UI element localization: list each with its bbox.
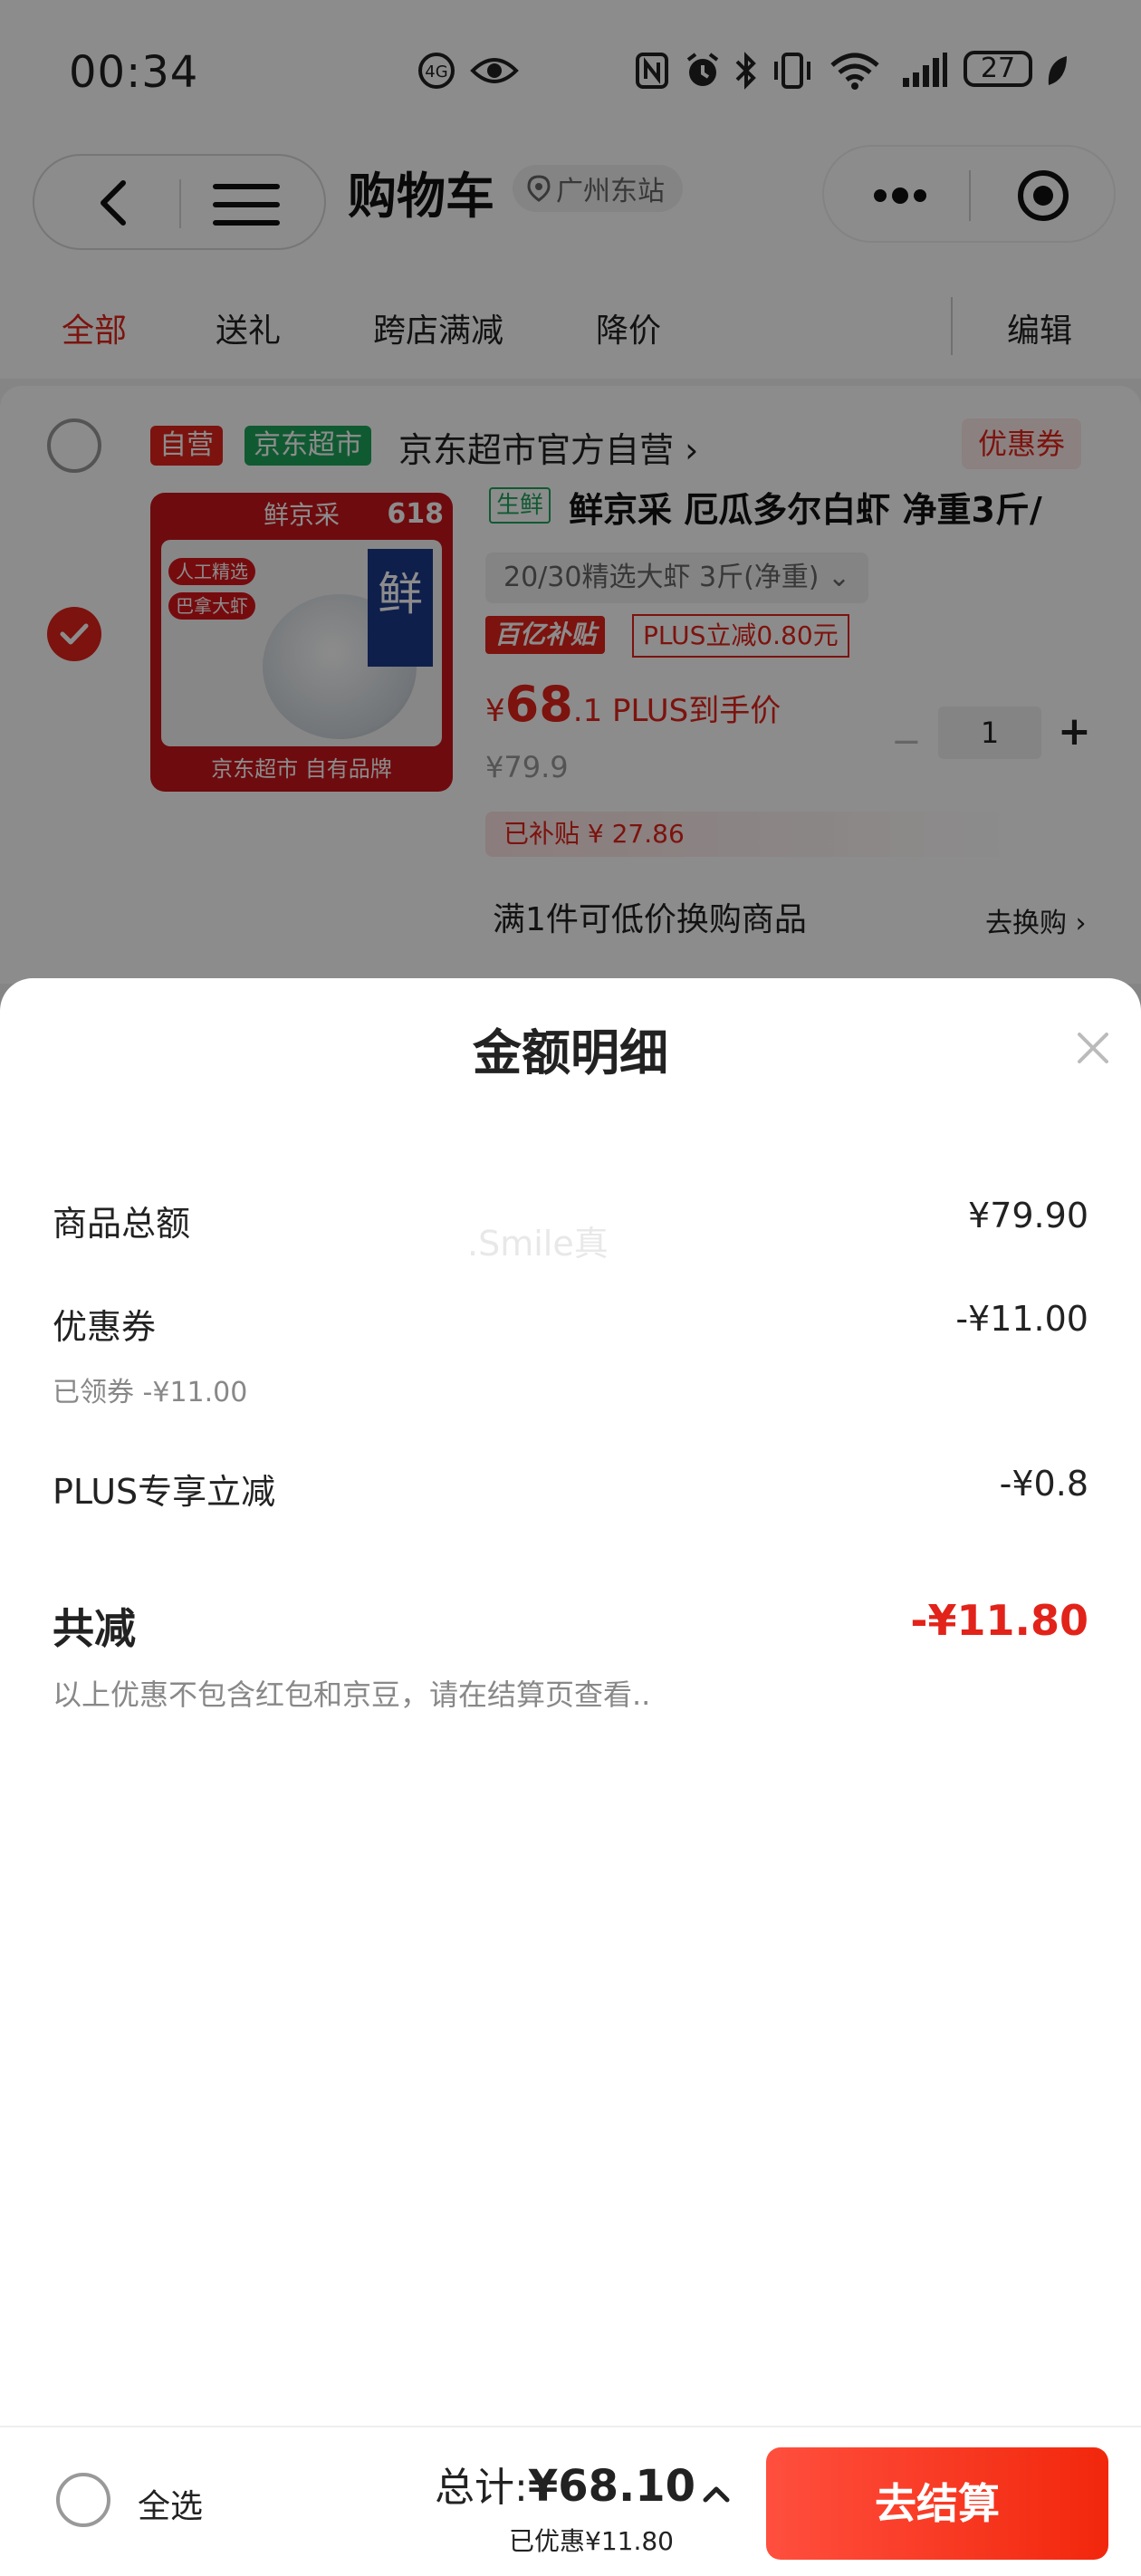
total-amount: ¥68.10 (527, 2461, 696, 2512)
detail-toggle-button[interactable] (701, 2478, 732, 2509)
total-prefix: 总计: (435, 2465, 528, 2511)
watermark: .Smile真 (467, 1224, 609, 1264)
close-icon (1078, 1033, 1108, 1063)
coupon-detail: 已领券 -¥11.00 (53, 1377, 248, 1408)
checkout-bar: 全选 总计:¥68.10 已优惠¥11.80 去结算 (0, 2426, 1141, 2576)
close-button[interactable] (1072, 1027, 1114, 1069)
saved-amount: 已优惠¥11.80 (509, 2526, 674, 2556)
coupon-value: -¥11.00 (955, 1299, 1088, 1339)
total-price: 总计:¥68.10 (435, 2455, 695, 2513)
goods-total-label: 商品总额 (53, 1204, 191, 1244)
goods-total-value: ¥79.90 (968, 1196, 1088, 1235)
amount-detail-sheet: 金额明细 .Smile真 商品总额 ¥79.90 优惠券 -¥11.00 已领券… (0, 978, 1141, 2427)
plus-discount-value: -¥0.8 (999, 1464, 1088, 1504)
coupon-label: 优惠券 (53, 1307, 157, 1347)
discount-note: 以上优惠不包含红包和京豆，请在结算页查看.. (53, 1677, 651, 1712)
checkout-button[interactable]: 去结算 (766, 2447, 1108, 2560)
sheet-title: 金额明细 (473, 1024, 668, 1081)
select-all-label[interactable]: 全选 (138, 2480, 203, 2527)
plus-discount-label: PLUS专享立减 (53, 1472, 276, 1512)
chevron-up-icon (703, 2486, 730, 2503)
total-discount-label: 共减 (53, 1604, 136, 1653)
select-all-radio[interactable] (56, 2473, 110, 2527)
total-discount-value: -¥11.80 (910, 1596, 1088, 1645)
